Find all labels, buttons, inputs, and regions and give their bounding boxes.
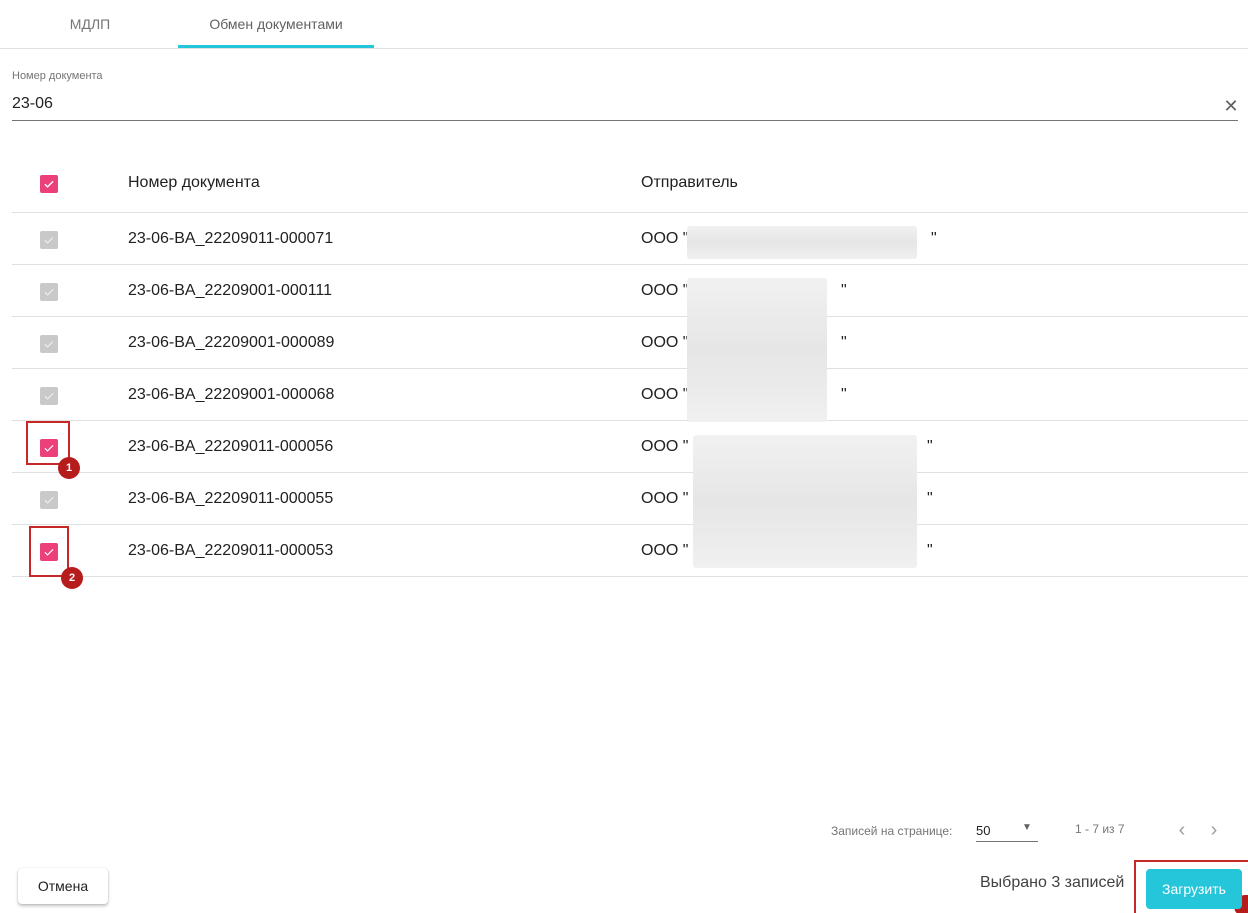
tab-document-exchange[interactable]: Обмен документами	[178, 0, 374, 48]
sender-suffix: "	[931, 230, 937, 247]
sender-suffix: "	[841, 386, 847, 403]
document-number-cell: 23-06-BA_22209001-000089	[128, 334, 335, 351]
check-icon	[44, 496, 54, 504]
sender-prefix: ООО "	[641, 230, 689, 247]
dropdown-arrow-icon: ▼	[1022, 822, 1032, 833]
table-row[interactable]: 23-06-BA_22209001-000068 ООО " "	[12, 369, 1248, 421]
redacted-sender-area	[687, 278, 827, 422]
sender-cell: ООО " "	[641, 473, 933, 525]
row-checkbox[interactable]	[40, 231, 58, 249]
sender-cell: ООО " "	[641, 525, 933, 577]
redacted-sender-area	[693, 435, 917, 568]
pagination-range: 1 - 7 из 7	[1075, 822, 1125, 836]
cancel-button[interactable]: Отмена	[18, 868, 108, 904]
column-header-sender[interactable]: Отправитель	[641, 158, 738, 210]
sender-suffix: "	[841, 282, 847, 299]
annotation-marker-2: 2	[61, 567, 83, 589]
select-all-checkbox[interactable]	[40, 175, 58, 193]
load-button[interactable]: Загрузить	[1146, 869, 1242, 909]
sender-suffix: "	[927, 490, 933, 507]
sender-prefix: ООО "	[641, 542, 689, 559]
tab-mdlp[interactable]: МДЛП	[12, 0, 168, 48]
check-icon	[44, 180, 54, 188]
redacted-sender-area	[687, 226, 917, 259]
rows-per-page-select[interactable]: 50 ▼	[976, 820, 1038, 842]
sender-suffix: "	[841, 334, 847, 351]
annotation-marker-1: 1	[58, 457, 80, 479]
table-row[interactable]: 23-06-BA_22209001-000089 ООО " "	[12, 317, 1248, 369]
document-number-cell: 23-06-BA_22209001-000111	[128, 282, 333, 299]
table-header: Номер документа Отправитель	[12, 158, 1248, 213]
table-row[interactable]: 23-06-BA_22209001-000111 ООО " "	[12, 265, 1248, 317]
rows-per-page-label: Записей на странице:	[831, 824, 953, 838]
sender-cell: ООО " "	[641, 213, 937, 265]
sender-suffix: "	[927, 542, 933, 559]
chevron-left-icon[interactable]: ‹	[1170, 818, 1194, 842]
input-underline	[12, 120, 1238, 121]
sender-cell: ООО " "	[641, 369, 847, 421]
annotation-box-2	[29, 526, 69, 577]
document-number-cell: 23-06-BA_22209011-000053	[128, 542, 334, 559]
document-number-cell: 23-06-BA_22209001-000068	[128, 386, 335, 403]
sender-cell: ООО " "	[641, 421, 933, 473]
check-icon	[44, 392, 54, 400]
document-number-cell: 23-06-BA_22209011-000056	[128, 438, 334, 455]
check-icon	[44, 236, 54, 244]
table-row[interactable]: 23-06-BA_22209011-000071 ООО " "	[12, 213, 1248, 265]
sender-prefix: ООО "	[641, 334, 689, 351]
check-icon	[44, 340, 54, 348]
column-header-document-number[interactable]: Номер документа	[128, 158, 260, 210]
active-tab-indicator	[178, 45, 374, 48]
sender-suffix: "	[927, 438, 933, 455]
documents-table: Номер документа Отправитель 23-06-BA_222…	[12, 158, 1248, 577]
close-icon[interactable]: ✕	[1221, 96, 1241, 116]
document-number-cell: 23-06-BA_22209011-000071	[128, 230, 334, 247]
row-checkbox[interactable]	[40, 387, 58, 405]
table-row[interactable]: 23-06-BA_22209011-000056 ООО " "	[12, 421, 1248, 473]
sender-prefix: ООО "	[641, 386, 689, 403]
sender-prefix: ООО "	[641, 282, 689, 299]
sender-cell: ООО " "	[641, 317, 847, 369]
selected-count: Выбрано 3 записей	[980, 874, 1125, 891]
table-row[interactable]: 23-06-BA_22209011-000055 ООО " "	[12, 473, 1248, 525]
row-checkbox[interactable]	[40, 335, 58, 353]
document-number-label: Номер документа	[12, 70, 103, 82]
document-number-cell: 23-06-BA_22209011-000055	[128, 490, 334, 507]
row-checkbox[interactable]	[40, 283, 58, 301]
check-icon	[44, 288, 54, 296]
chevron-right-icon[interactable]: ›	[1202, 818, 1226, 842]
table-row[interactable]: 23-06-BA_22209011-000053 ООО " "	[12, 525, 1248, 577]
rows-per-page-value: 50	[976, 823, 991, 838]
sender-prefix: ООО "	[641, 490, 689, 507]
sender-cell: ООО " "	[641, 265, 847, 317]
document-number-input[interactable]	[12, 92, 1202, 116]
tab-bar: МДЛП Обмен документами	[0, 0, 1248, 49]
row-checkbox[interactable]	[40, 491, 58, 509]
sender-prefix: ООО "	[641, 438, 689, 455]
